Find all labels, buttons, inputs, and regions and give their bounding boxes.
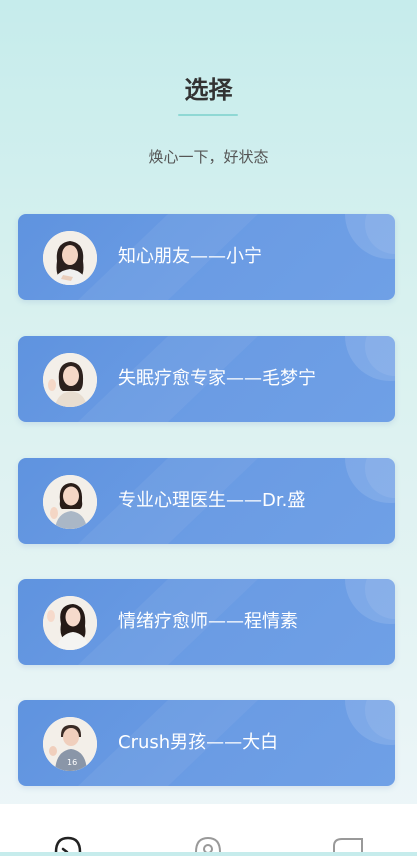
avatar [43, 353, 97, 407]
character-card-2[interactable]: 失眠疗愈专家——毛梦宁 [18, 336, 395, 422]
chat-icon [54, 836, 82, 854]
character-card-1[interactable]: 知心朋友——小宁 [18, 214, 395, 300]
avatar [43, 475, 97, 529]
discover-icon [195, 836, 221, 854]
avatar: 16 [43, 717, 97, 771]
avatar [43, 596, 97, 650]
tab-discover[interactable] [188, 832, 228, 854]
character-card-5[interactable]: 16 Crush男孩——大白 [18, 700, 395, 786]
card-label: Crush男孩——大白 [118, 732, 279, 753]
page-header: 选择 焕心一下，好状态 [0, 0, 417, 200]
tab-chat[interactable] [50, 832, 90, 854]
character-card-4[interactable]: 情绪疗愈师——程情素 [18, 579, 395, 665]
page-title: 选择 [184, 76, 233, 104]
title-underline [178, 114, 238, 116]
profile-icon [333, 838, 363, 852]
character-card-3[interactable]: 专业心理医生——Dr.盛 [18, 458, 395, 544]
svg-text:16: 16 [67, 758, 77, 767]
card-label: 情绪疗愈师——程情素 [118, 611, 298, 632]
card-label: 失眠疗愈专家——毛梦宁 [118, 368, 316, 389]
page-subtitle: 焕心一下，好状态 [148, 148, 269, 166]
avatar [43, 231, 97, 285]
card-label: 专业心理医生——Dr.盛 [118, 490, 306, 511]
tab-profile[interactable] [328, 832, 368, 852]
bottom-tab-bar [0, 804, 417, 854]
card-label: 知心朋友——小宁 [118, 246, 262, 267]
